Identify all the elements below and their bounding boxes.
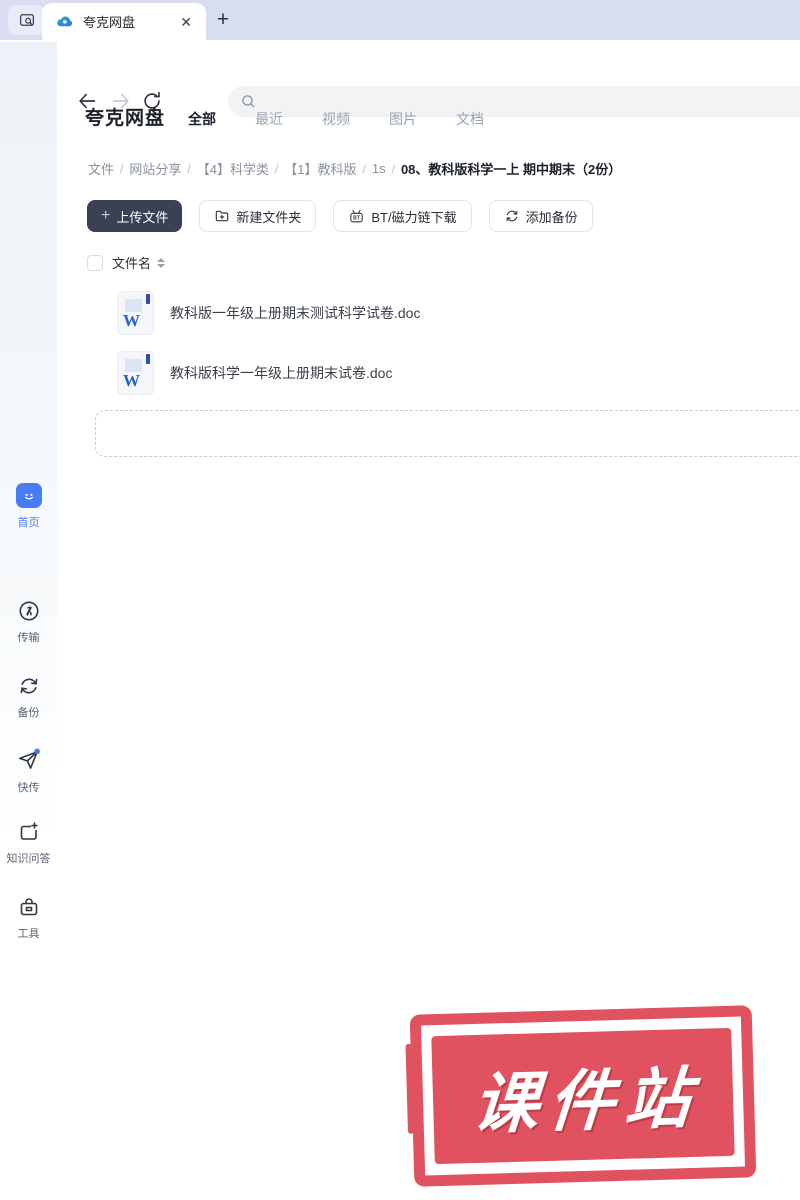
tab-close-icon[interactable]: ✕ — [176, 13, 196, 31]
page-title: 夸克网盘 — [85, 108, 166, 129]
filename-column-header: 文件名 — [112, 256, 152, 271]
sidebar-label: 传输 — [17, 632, 40, 644]
tab-recent[interactable]: 最近 — [255, 109, 283, 129]
add-backup-button[interactable]: 添加备份 — [488, 200, 593, 232]
action-buttons: + 上传文件 新建文件夹 BT BT/磁力链下载 添加备份 — [87, 200, 593, 232]
knowledge-box-icon — [20, 822, 38, 840]
breadcrumb-separator: / — [274, 161, 279, 176]
sidebar-label: 快传 — [17, 782, 40, 794]
home-smiley-icon — [15, 483, 42, 508]
word-doc-icon: W — [117, 291, 154, 335]
add-backup-icon — [506, 210, 518, 222]
plus-icon: + — [101, 207, 111, 224]
upload-drop-zone[interactable] — [95, 410, 800, 457]
tab-all[interactable]: 全部 — [188, 109, 216, 129]
stamp-text: 课件站 — [469, 1060, 704, 1142]
breadcrumb-link[interactable]: 【1】教科版 — [284, 159, 356, 178]
file-row[interactable]: W 教科版科学一年级上册期末试卷.doc — [87, 345, 787, 401]
backup-sync-icon — [20, 678, 37, 694]
filter-tabs: 全部 最近 视频 图片 文档 — [188, 109, 484, 129]
bt-download-icon: BT — [350, 209, 364, 222]
stamp-inner: 课件站 — [431, 1027, 735, 1165]
sidebar-item-backup[interactable]: 备份 — [0, 674, 57, 720]
sidebar-item-tools[interactable]: 工具 — [0, 895, 57, 941]
file-name: 教科版科学一年级上册期末试卷.doc — [170, 365, 393, 381]
new-folder-icon — [216, 210, 229, 222]
transfer-icon — [19, 601, 38, 621]
paper-plane-icon — [18, 748, 40, 769]
tab-image[interactable]: 图片 — [389, 109, 417, 129]
breadcrumb-link[interactable]: 【4】科学类 — [197, 159, 269, 178]
breadcrumb-separator: / — [391, 161, 395, 176]
file-list-header: 文件名 — [87, 253, 166, 272]
sidebar-item-transfer[interactable]: 传输 — [0, 599, 57, 645]
tab-title: 夸克网盘 — [83, 15, 136, 30]
breadcrumb-link[interactable]: 文件 — [88, 159, 114, 178]
breadcrumb: 文件 / 网站分享 / 【4】科学类 / 【1】教科版 / 1s / 08、教科… — [88, 159, 621, 178]
tab-document[interactable]: 文档 — [456, 109, 484, 129]
sidebar-item-knowledge-qa[interactable]: 知识问答 — [0, 820, 57, 866]
tab-search-button[interactable] — [8, 5, 45, 35]
breadcrumb-separator: / — [187, 161, 191, 176]
sidebar-item-quick-transfer[interactable]: 快传 — [0, 747, 57, 795]
new-tab-button[interactable]: + — [210, 7, 236, 33]
badge-dot — [33, 748, 40, 755]
breadcrumb-current: 08、教科版科学一上 期中期末（2份） — [400, 162, 622, 177]
select-all-checkbox[interactable] — [87, 254, 103, 271]
sidebar-label: 首页 — [17, 517, 40, 529]
bt-magnet-download-button[interactable]: BT BT/磁力链下载 — [333, 200, 472, 232]
search-icon — [242, 95, 255, 108]
quark-drive-window: 夸克网盘 ✕ + 首页 传输 备份 快传 知识问答 工具 夸克网盘 全部 最近 … — [0, 0, 800, 1200]
sort-icon[interactable] — [157, 257, 166, 268]
browser-nav-bar — [0, 40, 800, 117]
watermark-stamp: 课件站 — [409, 1005, 757, 1187]
sidebar-label: 工具 — [17, 928, 40, 940]
browser-tab-active[interactable]: 夸克网盘 ✕ — [42, 3, 206, 40]
sidebar-label: 知识问答 — [6, 853, 51, 865]
quark-logo-icon — [57, 16, 73, 27]
breadcrumb-link[interactable]: 网站分享 — [129, 159, 181, 178]
toolbox-icon — [20, 898, 37, 916]
breadcrumb-separator: / — [120, 161, 124, 176]
word-doc-icon: W — [117, 351, 154, 395]
svg-text:BT: BT — [353, 215, 361, 221]
tab-video[interactable]: 视频 — [322, 109, 350, 129]
new-folder-button[interactable]: 新建文件夹 — [199, 200, 317, 232]
breadcrumb-link[interactable]: 1s — [372, 161, 386, 176]
file-name: 教科版一年级上册期末测试科学试卷.doc — [170, 305, 421, 321]
sidebar-label: 备份 — [17, 707, 40, 719]
breadcrumb-separator: / — [362, 161, 366, 176]
sidebar-item-home[interactable]: 首页 — [0, 483, 57, 530]
tab-search-icon — [19, 14, 34, 26]
file-row[interactable]: W 教科版一年级上册期末测试科学试卷.doc — [87, 285, 787, 341]
browser-tab-bar: 夸克网盘 ✕ + — [0, 0, 800, 40]
upload-file-button[interactable]: + 上传文件 — [87, 200, 183, 232]
sidebar: 首页 传输 备份 快传 知识问答 工具 — [0, 42, 57, 1200]
